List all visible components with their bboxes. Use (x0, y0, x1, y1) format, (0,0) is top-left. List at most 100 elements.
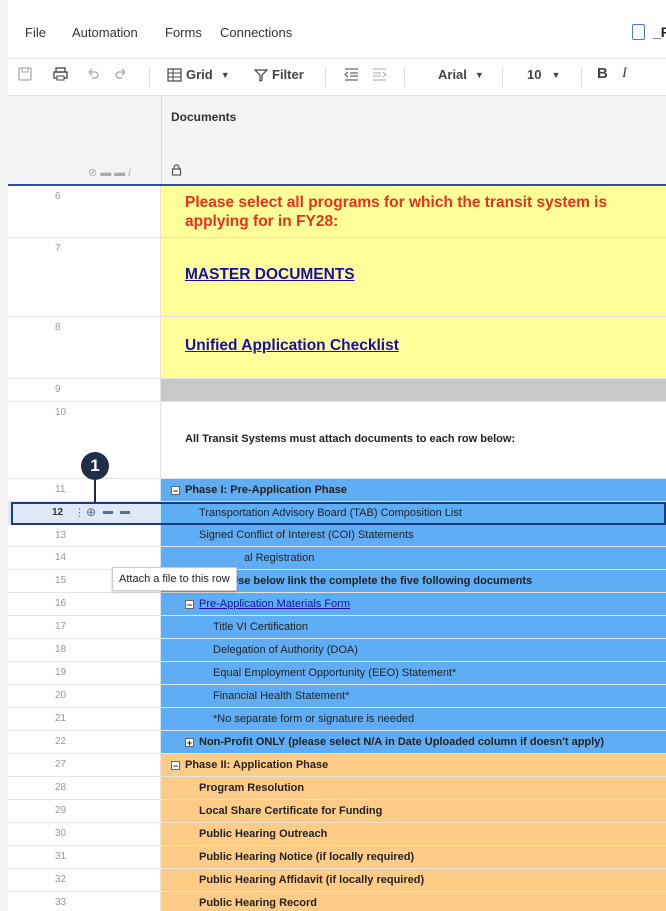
font-size-select[interactable]: 10 ▼ (527, 67, 560, 82)
cell[interactable]: − Phase I: Pre-Application Phase (161, 479, 666, 501)
cell[interactable] (161, 379, 666, 401)
row-number: 16 (8, 593, 161, 615)
table-row-selected[interactable]: 12 ⋮ ⊕ ▬ ▬ Transportation Advisory Board… (8, 502, 666, 525)
cell[interactable]: Signed Conflict of Interest (COI) Statem… (161, 525, 666, 546)
column-header-documents[interactable]: Documents (171, 110, 236, 124)
font-family-select[interactable]: Arial ▼ (438, 67, 484, 82)
row-number: 8 (8, 317, 161, 378)
table-row[interactable]: 11 − Phase I: Pre-Application Phase (8, 479, 666, 502)
filter-label: Filter (272, 67, 304, 82)
table-row[interactable]: 31 Public Hearing Notice (if locally req… (8, 846, 666, 869)
table-row[interactable]: 13 Signed Conflict of Interest (COI) Sta… (8, 525, 666, 547)
unified-checklist-link[interactable]: Unified Application Checklist (185, 337, 399, 355)
table-row[interactable]: 27 − Phase II: Application Phase (8, 754, 666, 777)
table-row[interactable]: 7 MASTER DOCUMENTS (8, 238, 666, 317)
expand-toggle-icon[interactable]: + (185, 737, 194, 747)
font-size-value: 10 (527, 67, 542, 82)
row-text: Equal Employment Opportunity (EEO) State… (213, 667, 457, 679)
row-number-label: 31 (55, 851, 67, 862)
row-number-label: 21 (55, 713, 67, 724)
collapse-toggle-icon[interactable]: − (185, 599, 194, 609)
row-number: 22 (8, 731, 161, 753)
row-number-label: 10 (55, 407, 67, 418)
column-divider (161, 96, 162, 184)
menu-connections[interactable]: Connections (220, 25, 292, 40)
filter-button[interactable]: Filter (254, 67, 304, 82)
cell[interactable]: Delegation of Authority (DOA) (161, 639, 666, 661)
cell[interactable]: Local Share Certificate for Funding (161, 800, 666, 822)
menu-file[interactable]: File (25, 25, 46, 40)
cell[interactable]: Public Hearing Record (161, 892, 666, 911)
row-selection-outline (11, 502, 666, 525)
cell[interactable]: MASTER DOCUMENTS (161, 238, 666, 316)
row-number-label: 22 (55, 736, 67, 747)
italic-button[interactable]: I (622, 65, 627, 82)
cell[interactable]: Financial Health Statement* (161, 685, 666, 707)
table-row[interactable]: 29 Local Share Certificate for Funding (8, 800, 666, 823)
row-text: Public Hearing Outreach (199, 828, 328, 840)
row-number-label: 32 (55, 874, 67, 885)
table-row[interactable]: 15 Note: Use below link the complete the… (8, 570, 666, 593)
lock-icon[interactable] (171, 164, 182, 179)
table-row[interactable]: 16 − Pre-Application Materials Form (8, 593, 666, 616)
table-row[interactable]: 21 *No separate form or signature is nee… (8, 708, 666, 731)
cell[interactable]: Unified Application Checklist (161, 317, 666, 378)
grid-view-button[interactable]: Grid ▼ (167, 67, 230, 82)
cell[interactable]: *No separate form or signature is needed (161, 708, 666, 730)
cell[interactable]: Public Hearing Affidavit (if locally req… (161, 869, 666, 891)
outdent-icon[interactable] (344, 67, 359, 81)
undo-icon[interactable] (86, 67, 100, 81)
table-row[interactable]: 9 (8, 379, 666, 402)
row-text: Note: Use below link the complete the fi… (199, 575, 533, 587)
cell[interactable]: All Transit Systems must attach document… (161, 402, 666, 478)
collapse-toggle-icon[interactable]: − (171, 485, 180, 495)
table-row[interactable]: 14 al Registration (8, 547, 666, 570)
table-row[interactable]: 6 Please select all programs for which t… (8, 186, 666, 238)
pre-application-form-link[interactable]: Pre-Application Materials Form (199, 598, 350, 610)
phase-heading: Phase I: Pre-Application Phase (185, 484, 347, 496)
table-row[interactable]: 30 Public Hearing Outreach (8, 823, 666, 846)
indent-icon[interactable] (372, 67, 387, 81)
row-number-label: 9 (55, 384, 61, 395)
cell[interactable]: Note: Use below link the complete the fi… (161, 570, 666, 592)
table-row[interactable]: 20 Financial Health Statement* (8, 685, 666, 708)
table-row[interactable]: 33 Public Hearing Record (8, 892, 666, 911)
cell[interactable]: − Pre-Application Materials Form (161, 593, 666, 615)
cell[interactable]: Public Hearing Outreach (161, 823, 666, 845)
row-number: 9 (8, 379, 161, 401)
table-row[interactable]: 22 + Non-Profit ONLY (please select N/A i… (8, 731, 666, 754)
grid-view-label: Grid (186, 67, 213, 82)
cell[interactable]: Public Hearing Notice (if locally requir… (161, 846, 666, 868)
master-documents-link[interactable]: MASTER DOCUMENTS (185, 266, 355, 284)
save-icon[interactable] (18, 67, 32, 81)
collapse-toggle-icon[interactable]: − (171, 760, 180, 770)
cell[interactable]: + Non-Profit ONLY (please select N/A in D… (161, 731, 666, 753)
print-icon[interactable] (53, 67, 68, 81)
table-row[interactable]: 28 Program Resolution (8, 777, 666, 800)
table-row[interactable]: 19 Equal Employment Opportunity (EEO) St… (8, 662, 666, 685)
document-icon (632, 24, 645, 40)
table-row[interactable]: 8 Unified Application Checklist (8, 317, 666, 379)
cell[interactable]: al Registration (161, 547, 666, 569)
toolbar-divider (149, 67, 150, 87)
document-title[interactable]: _F (653, 24, 666, 40)
table-row[interactable]: 32 Public Hearing Affidavit (if locally … (8, 869, 666, 892)
cell[interactable]: Equal Employment Opportunity (EEO) State… (161, 662, 666, 684)
toolbar: Grid ▼ Filter Arial ▼ 10 ▼ B I (8, 59, 666, 96)
proof-icon: ▬ (114, 167, 129, 179)
redo-icon[interactable] (114, 67, 128, 81)
menu-forms[interactable]: Forms (165, 25, 202, 40)
cell[interactable]: Program Resolution (161, 777, 666, 799)
row-number-label: 30 (55, 828, 67, 839)
bold-button[interactable]: B (597, 65, 608, 82)
table-row[interactable]: 17 Title VI Certification (8, 616, 666, 639)
cell[interactable]: − Phase II: Application Phase (161, 754, 666, 776)
row-number: 21 (8, 708, 161, 730)
callout-badge: 1 (81, 452, 109, 480)
row-number: 14 (8, 547, 161, 569)
menu-automation[interactable]: Automation (72, 25, 138, 40)
cell[interactable]: Please select all programs for which the… (161, 186, 666, 237)
cell[interactable]: Title VI Certification (161, 616, 666, 638)
row-number: 11 (8, 479, 161, 501)
table-row[interactable]: 18 Delegation of Authority (DOA) (8, 639, 666, 662)
